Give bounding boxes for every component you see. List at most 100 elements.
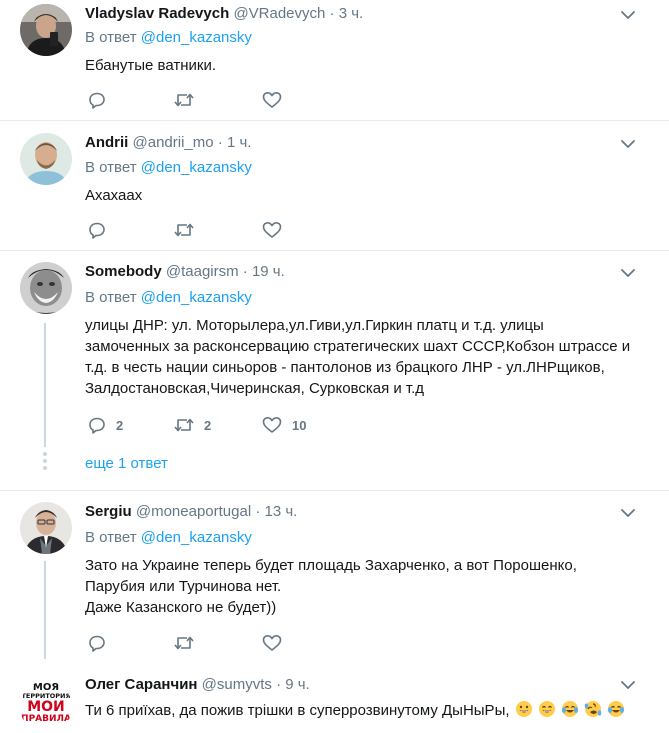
tweet-text-line: Ахахаах [85, 187, 143, 204]
tweet-text-line: Парубия или Турчинова нет. [85, 578, 282, 595]
chevron-down-icon[interactable] [620, 505, 636, 521]
tweet-actions [88, 633, 388, 653]
retweet-button[interactable] [174, 633, 194, 653]
tweet-actions: 2 2 10 [88, 415, 388, 435]
heart-icon [262, 222, 282, 238]
retweet-icon [174, 93, 194, 107]
timestamp[interactable]: 3 ч. [339, 5, 364, 22]
timestamp[interactable]: 9 ч. [285, 676, 310, 693]
avatar-text-rules: ПРАВИЛА [21, 714, 71, 724]
tweet-text: Ахахаах [85, 185, 655, 206]
author-name[interactable]: Олег Саранчин [85, 676, 197, 693]
mention-link[interactable]: @den_kazansky [141, 529, 252, 546]
reply-button[interactable] [88, 220, 106, 240]
author-name[interactable]: Vladyslav Radevych [85, 5, 229, 22]
mention-link[interactable]: @den_kazansky [141, 159, 252, 176]
reply-icon [89, 222, 105, 239]
tweet[interactable]: МОЯ ТЕРРИТОРИЯ МОИ ПРАВИЛА Олег Саранчин… [0, 659, 669, 733]
timestamp[interactable]: 13 ч. [265, 503, 298, 520]
reply-count: 2 [116, 417, 124, 433]
reply-prefix: В ответ [85, 289, 137, 306]
separator-dot: · [242, 263, 248, 280]
author-handle[interactable]: @taagirsm [166, 263, 239, 280]
chevron-down-icon[interactable] [620, 677, 636, 693]
tweet[interactable]: Sergiu @moneaportugal · 13 ч. В ответ @d… [0, 491, 669, 659]
avatar[interactable] [20, 502, 72, 554]
like-count: 10 [292, 417, 307, 433]
like-button[interactable] [262, 90, 282, 110]
reply-button[interactable] [88, 633, 106, 653]
avatar[interactable] [20, 133, 72, 185]
author-handle[interactable]: @sumyvts [202, 676, 272, 693]
grinning-face-smiling-eyes-emoji-icon [538, 701, 555, 717]
mention-link[interactable]: @den_kazansky [141, 289, 252, 306]
tweet-text: Зато на Украине теперь будет площадь Зах… [85, 555, 655, 618]
avatar[interactable]: МОЯ ТЕРРИТОРИЯ МОИ ПРАВИЛА [20, 681, 72, 733]
tears-of-joy-emoji-icon [608, 701, 625, 717]
like-button[interactable] [262, 220, 282, 240]
chevron-down-icon[interactable] [620, 7, 636, 23]
separator-dot: · [329, 5, 335, 22]
retweet-button[interactable] [174, 220, 194, 240]
author-handle[interactable]: @moneaportugal [136, 503, 251, 520]
tweet-text-line: т.д. в честь нации синьоров - пантолонов… [85, 359, 605, 376]
chevron-down-icon[interactable] [620, 136, 636, 152]
tweet[interactable]: Somebody @taagirsm · 19 ч. В ответ @den_… [0, 251, 669, 491]
thread-dot [43, 459, 47, 463]
show-more-replies-link[interactable]: еще 1 ответ [85, 454, 168, 474]
tweet-text: Ти 6 приїхав, да пожив трішки в суперроз… [85, 700, 655, 721]
like-button[interactable]: 10 [262, 415, 306, 435]
mention-link[interactable]: @den_kazansky [141, 29, 252, 46]
rolling-laughing-emoji-icon [584, 701, 602, 717]
avatar-text-moi: МОИ [27, 699, 65, 715]
tweet[interactable]: Andrii @andrii_mo · 1 ч. В ответ @den_ka… [0, 121, 669, 251]
thread-line [44, 561, 46, 659]
retweet-icon [174, 418, 194, 432]
tweet-text-content: Ти 6 приїхав, да пожив трішки в суперроз… [85, 702, 510, 719]
tweet-text: улицы ДНР: ул. Моторылера,ул.Гиви,ул.Гир… [85, 315, 655, 399]
tweet[interactable]: Vladyslav Radevych @VRadevych · 3 ч. В о… [0, 0, 669, 121]
retweet-count: 2 [204, 417, 212, 433]
tweet-text-line: улицы ДНР: ул. Моторылера,ул.Гиви,ул.Гир… [85, 317, 544, 334]
reply-icon [89, 417, 105, 434]
reply-button[interactable]: 2 [88, 415, 123, 435]
grinning-face-emoji-icon [515, 701, 532, 717]
reply-prefix: В ответ [85, 29, 137, 46]
thread-dot [43, 452, 47, 456]
avatar[interactable] [20, 4, 72, 56]
reply-icon [89, 635, 105, 652]
thread-line [44, 323, 46, 447]
heart-icon [262, 417, 282, 433]
reply-context: В ответ @den_kazansky [85, 28, 252, 48]
retweet-icon [174, 636, 194, 650]
reply-context: В ответ @den_kazansky [85, 288, 252, 308]
heart-icon [262, 635, 282, 651]
tweet-text: Ебанутые ватники. [85, 55, 655, 76]
tweet-text-line: Ебанутые ватники. [85, 57, 216, 74]
separator-dot: · [276, 676, 282, 693]
heart-icon [262, 92, 282, 108]
tears-of-joy-emoji-icon [562, 701, 579, 717]
tweet-text-line: Даже Казанского не будет)) [85, 599, 277, 616]
timestamp[interactable]: 19 ч. [252, 263, 285, 280]
retweet-button[interactable]: 2 [174, 415, 211, 435]
author-handle[interactable]: @andrii_mo [133, 134, 214, 151]
retweet-icon [174, 223, 194, 237]
author-name[interactable]: Sergiu [85, 503, 132, 520]
avatar[interactable] [20, 262, 72, 314]
tweet-actions [88, 220, 388, 240]
reply-prefix: В ответ [85, 529, 137, 546]
tweet-text-line: Залдостановская,Чичеринская, Сурковская … [85, 380, 425, 397]
tweet-text-line: Зато на Украине теперь будет площадь Зах… [85, 557, 577, 574]
like-button[interactable] [262, 633, 282, 653]
author-name[interactable]: Andrii [85, 134, 128, 151]
separator-dot: · [255, 503, 261, 520]
reply-button[interactable] [88, 90, 106, 110]
retweet-button[interactable] [174, 90, 194, 110]
author-name[interactable]: Somebody [85, 263, 162, 280]
chevron-down-icon[interactable] [620, 265, 636, 281]
separator-dot: · [217, 134, 223, 151]
timestamp[interactable]: 1 ч. [227, 134, 252, 151]
tweet-text-line: замоченных за расконсервацию стратегичес… [85, 338, 631, 355]
author-handle[interactable]: @VRadevych [233, 5, 325, 22]
